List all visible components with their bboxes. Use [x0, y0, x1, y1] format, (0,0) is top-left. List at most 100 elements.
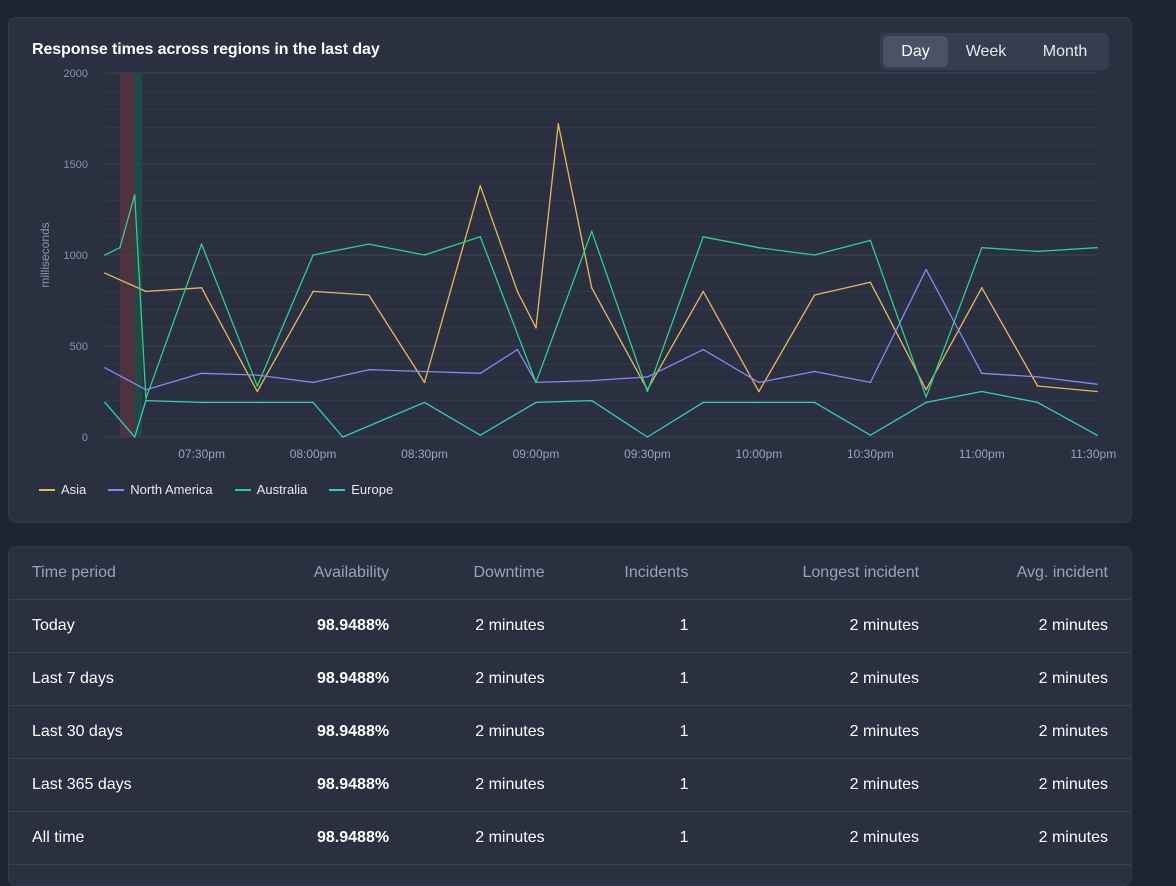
cell-downtime: 2 minutes [412, 652, 568, 706]
data-point [869, 239, 872, 242]
x-tick-label: 10:00pm [736, 447, 783, 461]
x-tick-label: 07:30pm [178, 447, 225, 461]
data-point [590, 286, 593, 289]
legend-item-europe[interactable]: Europe [329, 482, 393, 497]
data-point [104, 272, 106, 274]
data-point [256, 390, 259, 393]
data-point [535, 401, 537, 404]
data-point [516, 348, 519, 351]
cell-downtime: 2 minutes [412, 811, 568, 865]
data-point [256, 385, 259, 387]
y-tick-label: 1000 [64, 250, 88, 262]
data-point [981, 390, 983, 393]
data-point [104, 254, 106, 256]
data-point [145, 397, 147, 400]
data-point [145, 399, 147, 402]
cell-availability: 98.9488% [249, 705, 413, 759]
y-tick-label: 1500 [64, 159, 88, 171]
data-point [312, 381, 314, 384]
table-row: Last 30 days 98.9488% 2 minutes 1 2 minu… [9, 705, 1131, 759]
data-point [256, 374, 259, 376]
data-point [423, 254, 426, 256]
legend-item-asia[interactable]: Asia [39, 482, 86, 497]
cell-time-period: Today [9, 599, 250, 653]
data-point [1036, 401, 1039, 404]
data-point [423, 381, 426, 384]
data-point [312, 290, 314, 293]
table-row: Last 7 days 98.9488% 2 minutes 1 2 minut… [9, 652, 1131, 706]
data-point [367, 294, 370, 296]
availability-table-card: Time period Availability Downtime Incide… [8, 546, 1132, 886]
data-point [104, 401, 106, 404]
data-point [423, 370, 426, 373]
cell-avg-incident: 2 minutes [942, 599, 1131, 653]
data-point [702, 290, 704, 293]
header-longest-incident: Longest incident [711, 547, 943, 600]
data-point [256, 401, 259, 404]
legend-item-australia[interactable]: Australia [234, 482, 308, 497]
cell-availability: 98.9488% [249, 652, 413, 706]
legend-item-north-america[interactable]: North America [108, 482, 213, 497]
cell-incidents: 1 [567, 599, 712, 653]
data-point [557, 123, 560, 125]
cell-avg-incident: 2 minutes [942, 705, 1131, 759]
header-time-period: Time period [9, 547, 250, 600]
data-point [869, 381, 872, 384]
cell-time-period: Last 365 days [9, 758, 250, 812]
data-point [758, 381, 760, 384]
data-point [119, 246, 121, 249]
cell-time-period: All time [9, 811, 250, 865]
x-tick-label: 10:30pm [847, 447, 894, 461]
data-point [535, 381, 537, 384]
data-point [1096, 434, 1098, 436]
data-point [1036, 385, 1039, 387]
data-point [702, 236, 704, 238]
table-row: Last 365 days 98.9488% 2 minutes 1 2 min… [9, 758, 1131, 812]
chart-legend: Asia North America Australia Europe [39, 482, 393, 497]
x-tick-label: 08:30pm [401, 447, 448, 461]
data-point [479, 372, 482, 375]
cell-longest-incident: 2 minutes [711, 758, 943, 812]
legend-label: Asia [61, 482, 87, 497]
y-tick-label: 0 [82, 432, 88, 444]
data-point [813, 401, 816, 404]
data-point [200, 286, 203, 289]
data-point [535, 327, 537, 329]
cell-incidents: 1 [567, 811, 712, 865]
data-point [925, 388, 927, 391]
data-point [590, 399, 593, 402]
data-point [981, 246, 983, 249]
data-point [1036, 376, 1039, 378]
data-point [200, 401, 203, 404]
data-point [479, 434, 482, 436]
cell-incidents: 1 [567, 652, 712, 706]
cell-avg-incident: 2 minutes [942, 758, 1131, 812]
data-point [702, 348, 704, 351]
data-point [702, 401, 704, 404]
data-point [341, 436, 344, 438]
data-point [813, 254, 816, 256]
table-row: All time 98.9488% 2 minutes 1 2 minutes … [9, 811, 1131, 865]
x-tick-label: 08:00pm [290, 447, 337, 461]
data-point [869, 434, 872, 436]
data-point [479, 185, 482, 187]
x-tick-label: 09:30pm [624, 447, 671, 461]
data-point [133, 436, 136, 438]
cell-longest-incident: 2 minutes [711, 705, 943, 759]
data-point [1096, 390, 1098, 393]
legend-label: Australia [256, 482, 308, 497]
series-line-north-america [104, 268, 1098, 391]
data-point [981, 286, 983, 289]
legend-swatch [39, 488, 55, 491]
table-row: Today 98.9488% 2 minutes 1 2 minutes 2 m… [9, 599, 1131, 653]
x-tick-label: 11:30pm [1070, 447, 1116, 461]
cell-incidents: 1 [567, 705, 712, 759]
cell-availability: 98.9488% [249, 758, 413, 812]
data-point [479, 236, 482, 238]
data-point [646, 436, 649, 438]
data-point [813, 370, 816, 373]
legend-swatch [234, 488, 251, 491]
cell-time-period: Last 7 days [9, 652, 250, 706]
data-point [312, 401, 314, 404]
data-point [200, 243, 203, 245]
